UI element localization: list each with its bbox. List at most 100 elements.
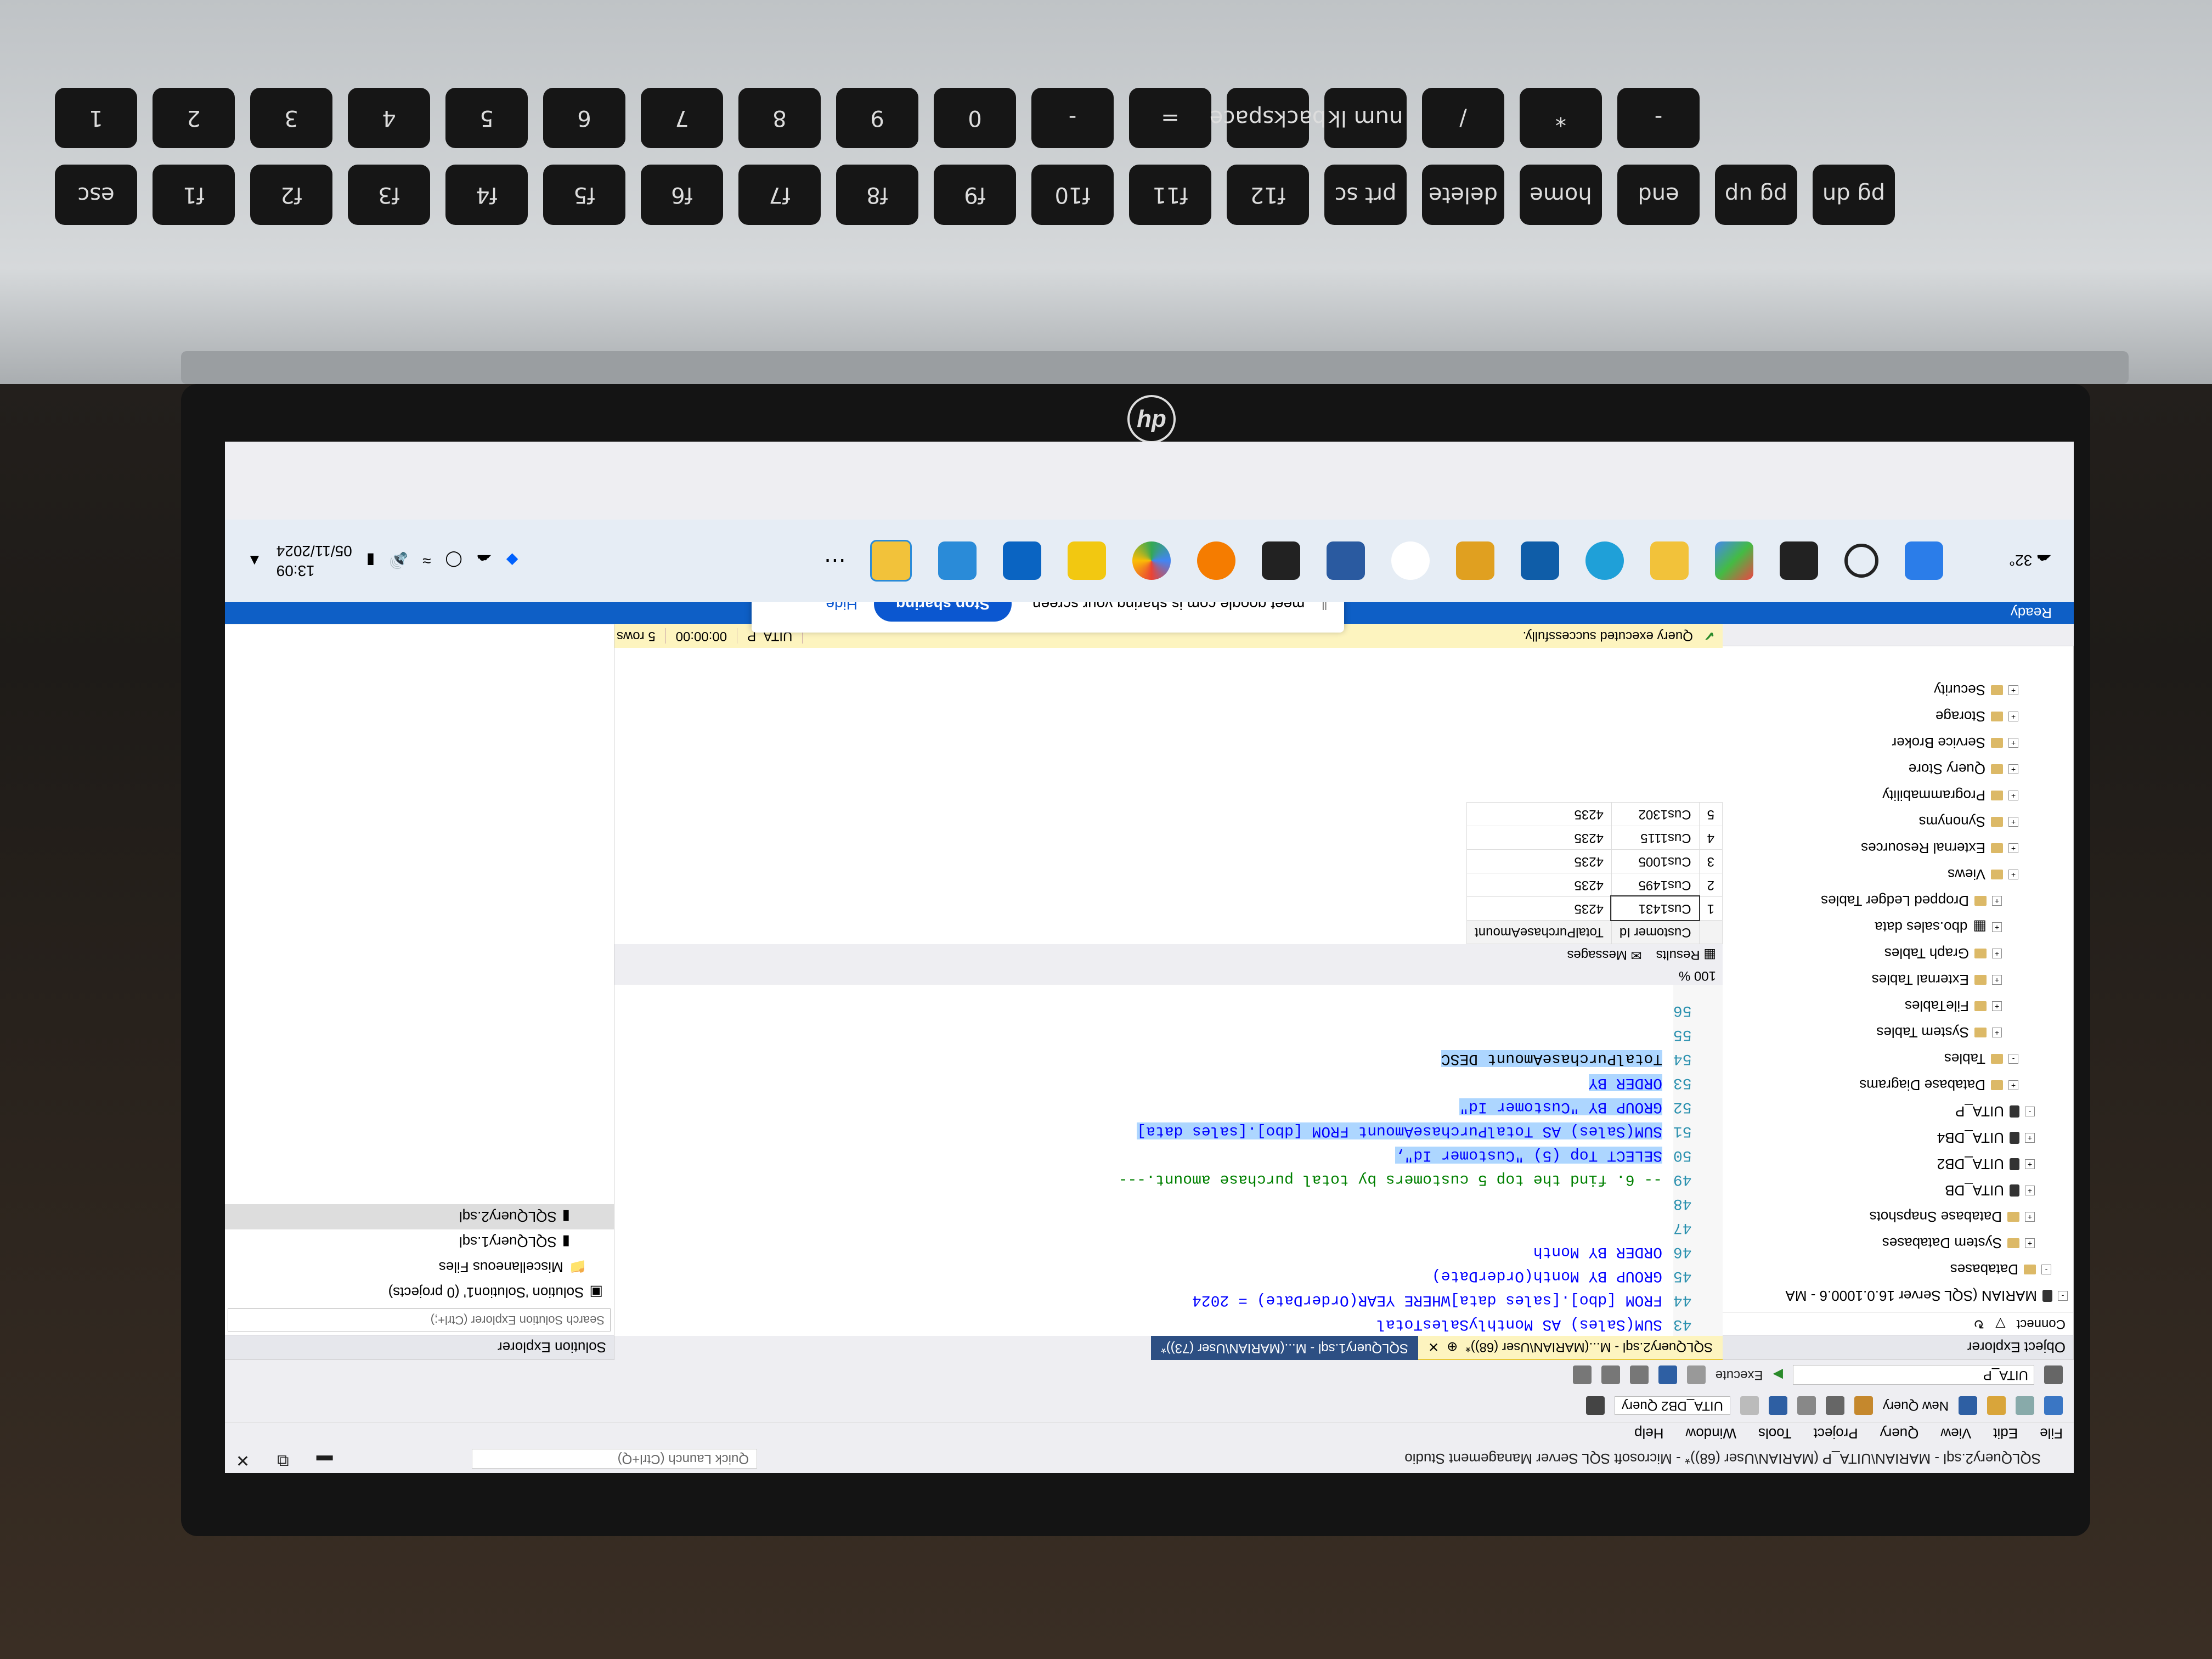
windows-start-icon[interactable] [1904,541,1943,580]
vscode-icon[interactable] [938,541,977,580]
properties-icon[interactable] [1586,1396,1605,1415]
table-cell[interactable]: 4235 [1466,896,1612,921]
battery-icon[interactable]: ▮ [366,552,375,570]
weather-widget[interactable]: ☁ 32° [2009,552,2052,570]
power-bi-desktop-icon[interactable] [1067,541,1106,580]
tree-item-external-resources[interactable]: + External Resources [1728,835,2068,861]
copy-icon[interactable] [1797,1396,1816,1415]
column-header-customer-id[interactable]: Customer Id [1611,920,1700,944]
table-cell[interactable]: 4235 [1466,849,1612,873]
snipping-tool-icon[interactable] [870,540,912,582]
tree-item-security[interactable]: + Security [1728,677,2068,703]
execute-play-icon[interactable]: ▶ [1773,1367,1783,1383]
table-cell[interactable]: 4235 [1466,873,1612,897]
terminal-icon[interactable] [1261,541,1300,580]
menu-help[interactable]: Help [1634,1425,1663,1442]
code-area[interactable]: SUM(Sales) AS MonthlySalesTotal FROM [db… [647,998,1662,1336]
column-header-total-purchase-amount[interactable]: TotalPurchaseAmount [1466,920,1612,944]
tree-item-system-databases[interactable]: + System Databases [1728,1230,2068,1256]
mouse-icon[interactable]: ◯ [445,552,462,570]
menu-tools[interactable]: Tools [1758,1425,1792,1442]
tree-item-uita-db[interactable]: + UITA_DB [1728,1177,2068,1204]
tree-item-databases[interactable]: - Databases [1728,1256,2068,1283]
table-cell[interactable]: 4235 [1466,802,1612,826]
tree-item-system-tables[interactable]: + System Tables [1728,1019,2068,1046]
tree-item-storage[interactable]: + Storage [1728,703,2068,730]
table-cell[interactable]: Cus1302 [1611,802,1700,826]
table-cell[interactable]: Cus1115 [1611,826,1700,850]
edge-icon[interactable] [1585,541,1624,580]
tree-item-uita-p[interactable]: - UITA_P [1728,1098,2068,1125]
slack-icon[interactable] [1391,541,1430,580]
refresh-icon[interactable]: ↻ [1973,1316,1984,1332]
ssms-icon[interactable] [1326,541,1365,580]
restore-icon[interactable]: ⧉ [277,1451,289,1470]
available-databases-select[interactable]: UITA_P [1793,1365,2034,1385]
stop-icon[interactable] [1686,1365,1706,1384]
chrome-icon[interactable] [1132,541,1171,580]
new-query-button[interactable]: New Query [1883,1398,1949,1413]
sqlquery1-file-item[interactable]: ▮ SQLQuery1.sql [225,1229,614,1255]
minimize-icon[interactable]: ▬ [317,1451,333,1470]
volume-icon[interactable]: 🔊 [389,552,408,570]
menu-project[interactable]: Project [1814,1425,1858,1442]
zoom-level-select[interactable]: 100 % [608,966,1723,985]
onedrive-icon[interactable]: ☁ [477,552,492,570]
menu-file[interactable]: File [2040,1425,2063,1442]
copilot-icon[interactable] [1714,541,1753,580]
parse-icon[interactable] [1658,1365,1677,1384]
tree-item-database-snapshots[interactable]: + Database Snapshots [1728,1204,2068,1230]
table-cell[interactable]: Cus1495 [1611,873,1700,897]
tree-item-programmability[interactable]: + Programmability [1728,782,2068,809]
tree-item-server[interactable]: - MARIAN (SQL Server 16.0.1000.6 - MA [1728,1283,2068,1309]
close-tab-icon[interactable]: ✕ [1428,1339,1439,1355]
more-apps-icon[interactable]: ⋯ [824,548,846,573]
tree-item-filetables[interactable]: + FileTables [1728,993,2068,1019]
notifications-icon[interactable]: ▲ [247,552,262,569]
task-view-icon[interactable] [1779,541,1818,580]
tree-item-database-diagrams[interactable]: + Database Diagrams [1728,1072,2068,1098]
execute-button[interactable]: Execute [1716,1367,1763,1383]
forward-icon[interactable] [2016,1396,2034,1415]
filter-icon[interactable]: ▽ [1995,1316,2005,1332]
tree-item-service-broker[interactable]: + Service Broker [1728,730,2068,756]
results-to-grid-icon[interactable] [1629,1365,1649,1384]
tab-sqlquery1[interactable]: SQLQuery1.sql - M...(MARIAN\User (73))* [1151,1336,1419,1360]
tab-results[interactable]: ▦ Results [1656,947,1716,963]
tree-item-graph-tables[interactable]: + Graph Tables [1728,940,2068,967]
misc-files-item[interactable]: 📁 Miscellaneous Files [225,1255,614,1280]
pin-icon[interactable]: ⊕ [1447,1339,1458,1355]
solution-search-input[interactable]: Search Solution Explorer (Ctrl+;) [228,1308,611,1331]
microsoft-store-icon[interactable] [1520,541,1559,580]
tree-item-external-tables[interactable]: + External Tables [1728,967,2068,993]
new-project-icon[interactable] [1987,1396,2006,1415]
open-file-icon[interactable] [1854,1396,1873,1415]
tab-sqlquery2[interactable]: SQLQuery2.sql - M...(MARIAN\User (68))* … [1418,1335,1723,1360]
menu-window[interactable]: Window [1685,1425,1736,1442]
indent-icon[interactable] [1572,1365,1592,1384]
connect-button[interactable]: Connect [2017,1316,2066,1331]
search-icon[interactable] [1844,544,1878,578]
menu-view[interactable]: View [1940,1425,1971,1442]
close-icon[interactable]: ✕ [236,1451,250,1470]
jupyter-icon[interactable] [1197,541,1235,580]
back-icon[interactable] [2044,1396,2063,1415]
undo-icon[interactable] [1768,1396,1787,1415]
table-cell[interactable]: 4235 [1466,826,1612,850]
solution-root-item[interactable]: ▣ Solution 'Solution1' (0 projects) [225,1280,614,1305]
tree-item-tables[interactable]: - Tables [1728,1046,2068,1072]
save-icon[interactable] [1959,1396,1977,1415]
cut-icon[interactable] [1825,1396,1844,1415]
tree-item-sales-data[interactable]: + ▦ dbo.sales data [1728,914,2068,940]
tree-item-uita-db2[interactable]: + UITA_DB2 [1728,1151,2068,1177]
query-editor[interactable]: 43 44 45 46 47 48 49 50 51 52 53 54 55 5… [614,985,1723,1336]
menu-query[interactable]: Query [1880,1425,1919,1442]
table-cell[interactable]: Cus1431 [1610,895,1701,922]
power-bi-icon[interactable] [1455,541,1494,580]
connect-icon[interactable] [2044,1365,2063,1384]
dropbox-icon[interactable]: ◆ [506,552,518,570]
tree-item-dropped-ledger-tables[interactable]: + Dropped Ledger Tables [1728,888,2068,914]
tab-messages[interactable]: ✉ Messages [1567,947,1641,963]
redo-icon[interactable] [1740,1396,1759,1415]
table-cell[interactable]: Cus1005 [1611,849,1700,873]
